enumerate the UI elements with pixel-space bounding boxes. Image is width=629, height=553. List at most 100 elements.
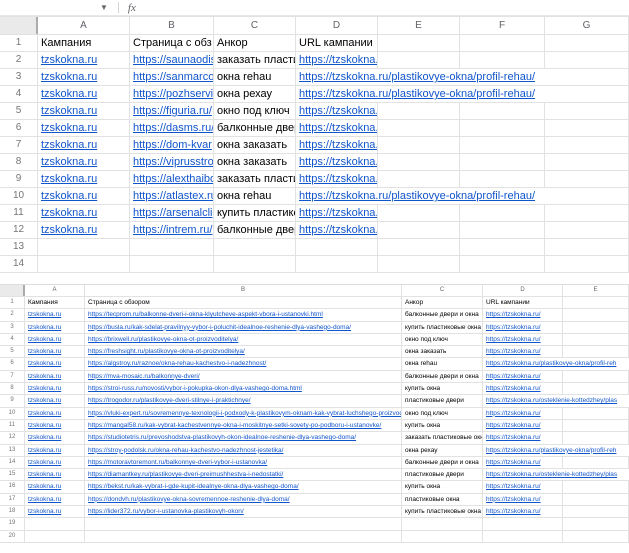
review-page-link-cell[interactable]: https://dom-kvar — [130, 137, 214, 153]
campaign-url-cell[interactable]: https://tzskokna.ru/ — [296, 52, 378, 68]
empty-cell[interactable] — [545, 120, 629, 136]
empty-cell[interactable] — [545, 35, 629, 51]
empty-cell[interactable] — [545, 86, 629, 102]
campaign-cell[interactable]: tzskokna.ru — [38, 171, 130, 187]
row-number-cell[interactable]: 7 — [0, 137, 38, 153]
review-page-link-cell[interactable]: https://sanmarco — [130, 69, 214, 85]
row-number-cell[interactable]: 12 — [0, 222, 38, 238]
row-number-cell[interactable]: 5 — [0, 103, 38, 119]
empty-cell[interactable] — [378, 120, 460, 136]
campaign-cell[interactable]: tzskokna.ru — [38, 137, 130, 153]
row-number-cell[interactable]: 3 — [0, 69, 38, 85]
anchor-cell[interactable]: балконные двер — [214, 222, 296, 238]
empty-cell[interactable] — [378, 103, 460, 119]
top-header-cell-page[interactable]: Страница с обз — [130, 35, 214, 51]
top-header-cell-campaign[interactable]: Кампания — [38, 35, 130, 51]
empty-cell[interactable] — [545, 171, 629, 187]
review-page-link-cell[interactable]: https://pozhservi — [130, 86, 214, 102]
column-header-A[interactable]: A — [38, 17, 130, 34]
empty-cell[interactable] — [378, 222, 460, 238]
column-header-F[interactable]: F — [460, 17, 545, 34]
row-number-cell[interactable]: 13 — [0, 239, 38, 255]
campaign-url-cell[interactable]: https://tzskokna.ru/ — [296, 154, 378, 170]
review-page-link-cell[interactable]: https://saunaodis — [130, 52, 214, 68]
empty-cell[interactable] — [378, 171, 460, 187]
row-number-cell[interactable]: 9 — [0, 171, 38, 187]
column-header-E[interactable]: E — [378, 17, 460, 34]
embedded-sheet-image[interactable]: ABCDE 1КампанияСтраница с обзоромАнкорUR… — [0, 284, 629, 543]
campaign-url-cell[interactable]: https://tzskokna.ru/plastikovye-okna/pro… — [296, 86, 378, 102]
empty-cell[interactable] — [296, 239, 378, 255]
column-header-C[interactable]: C — [214, 17, 296, 34]
row-number-cell[interactable]: 14 — [0, 256, 38, 272]
campaign-cell[interactable]: tzskokna.ru — [38, 205, 130, 221]
campaign-cell[interactable]: tzskokna.ru — [38, 188, 130, 204]
empty-cell[interactable] — [460, 154, 545, 170]
empty-cell[interactable] — [378, 137, 460, 153]
empty-cell[interactable] — [545, 103, 629, 119]
row-number-cell[interactable]: 11 — [0, 205, 38, 221]
campaign-url-cell[interactable]: https://tzskokna.ru/ — [296, 103, 378, 119]
empty-cell[interactable] — [130, 256, 214, 272]
empty-cell[interactable] — [460, 256, 545, 272]
empty-cell[interactable] — [38, 256, 130, 272]
campaign-url-cell[interactable]: https://tzskokna.ru/plastikovye-okna/pro… — [296, 188, 378, 204]
empty-cell[interactable] — [214, 239, 296, 255]
anchor-cell[interactable]: заказать пласти — [214, 52, 296, 68]
anchor-cell[interactable]: окна заказать — [214, 154, 296, 170]
anchor-cell[interactable]: балконные двер — [214, 120, 296, 136]
row-number-cell[interactable]: 1 — [0, 35, 38, 51]
campaign-cell[interactable]: tzskokna.ru — [38, 120, 130, 136]
empty-cell[interactable] — [378, 35, 460, 51]
cell-dropdown-arrow-icon[interactable]: ▼ — [100, 0, 108, 15]
empty-cell[interactable] — [378, 52, 460, 68]
empty-cell[interactable] — [378, 239, 460, 255]
campaign-url-cell[interactable]: https://tzskokna.ru/ — [296, 222, 378, 238]
empty-cell[interactable] — [545, 137, 629, 153]
empty-cell[interactable] — [460, 52, 545, 68]
campaign-cell[interactable]: tzskokna.ru — [38, 154, 130, 170]
review-page-link-cell[interactable]: https://figuria.ru/ — [130, 103, 214, 119]
anchor-cell[interactable]: заказать пласти — [214, 171, 296, 187]
campaign-url-cell[interactable]: https://tzskokna.ru/ — [296, 205, 378, 221]
empty-cell[interactable] — [545, 256, 629, 272]
row-number-cell[interactable]: 2 — [0, 52, 38, 68]
empty-cell[interactable] — [460, 35, 545, 51]
empty-cell[interactable] — [460, 171, 545, 187]
empty-cell[interactable] — [296, 256, 378, 272]
anchor-cell[interactable]: окна рехау — [214, 86, 296, 102]
campaign-cell[interactable]: tzskokna.ru — [38, 103, 130, 119]
empty-cell[interactable] — [545, 188, 629, 204]
empty-cell[interactable] — [378, 154, 460, 170]
campaign-cell[interactable]: tzskokna.ru — [38, 222, 130, 238]
empty-cell[interactable] — [460, 120, 545, 136]
row-number-cell[interactable]: 6 — [0, 120, 38, 136]
empty-cell[interactable] — [460, 103, 545, 119]
review-page-link-cell[interactable]: https://viprusstro — [130, 154, 214, 170]
top-header-cell-anchor[interactable]: Анкор — [214, 35, 296, 51]
empty-cell[interactable] — [545, 205, 629, 221]
campaign-url-cell[interactable]: https://tzskokna.ru/plastikovye-okna/pro… — [296, 69, 378, 85]
anchor-cell[interactable]: окна rehau — [214, 188, 296, 204]
anchor-cell[interactable]: окно под ключ — [214, 103, 296, 119]
campaign-cell[interactable]: tzskokna.ru — [38, 69, 130, 85]
top-header-cell-url[interactable]: URL кампании — [296, 35, 378, 51]
empty-cell[interactable] — [460, 137, 545, 153]
empty-cell[interactable] — [378, 256, 460, 272]
empty-cell[interactable] — [38, 239, 130, 255]
column-header-D[interactable]: D — [296, 17, 378, 34]
empty-cell[interactable] — [460, 222, 545, 238]
review-page-link-cell[interactable]: https://arsenalcli — [130, 205, 214, 221]
empty-cell[interactable] — [460, 205, 545, 221]
campaign-cell[interactable]: tzskokna.ru — [38, 86, 130, 102]
empty-cell[interactable] — [378, 205, 460, 221]
review-page-link-cell[interactable]: https://atlastex.ru — [130, 188, 214, 204]
empty-cell[interactable] — [130, 239, 214, 255]
campaign-url-cell[interactable]: https://tzskokna.ru/ — [296, 120, 378, 136]
campaign-url-cell[interactable]: https://tzskokna.ru/ — [296, 137, 378, 153]
campaign-cell[interactable]: tzskokna.ru — [38, 52, 130, 68]
empty-cell[interactable] — [214, 256, 296, 272]
review-page-link-cell[interactable]: https://alexthaibo — [130, 171, 214, 187]
empty-cell[interactable] — [545, 69, 629, 85]
review-page-link-cell[interactable]: https://intrem.ru/ — [130, 222, 214, 238]
